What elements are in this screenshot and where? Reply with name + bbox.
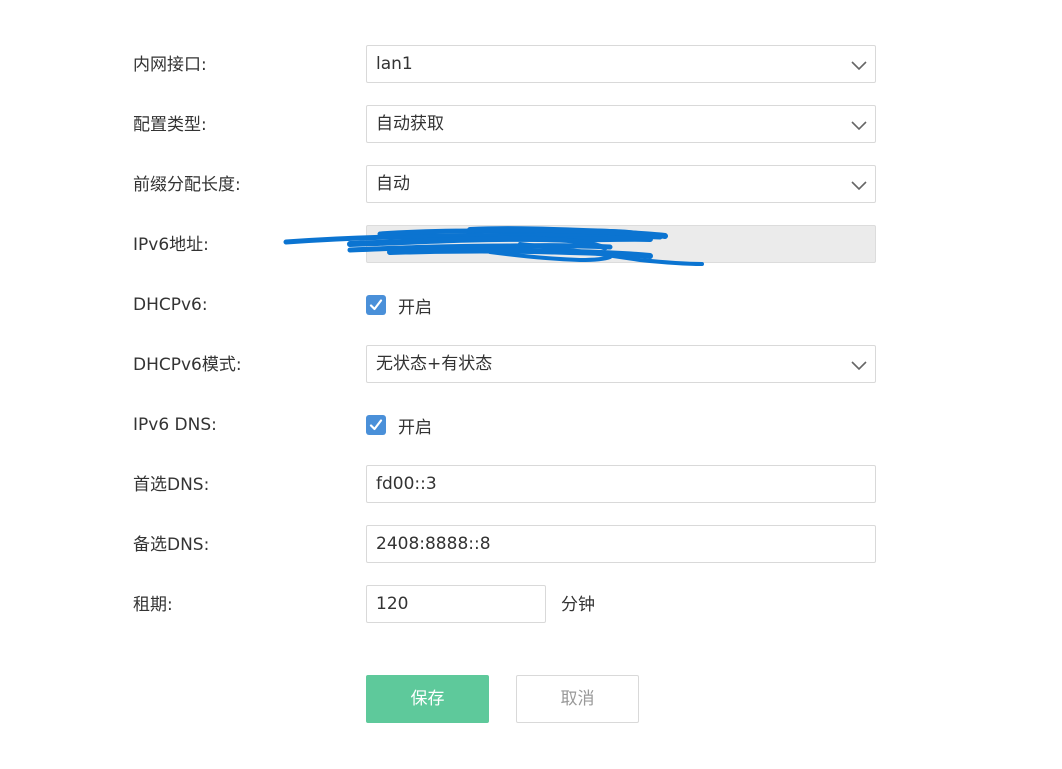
ipv6-dns-toggle[interactable]: 开启	[366, 405, 432, 445]
ipv6-address-field	[366, 225, 876, 263]
ipv6-dns-checkbox-label: 开启	[398, 417, 432, 438]
row-dhcpv6: DHCPv6: 开启	[0, 285, 1062, 325]
ipv6-address-label: IPv6地址:	[133, 235, 209, 255]
row-config-type: 配置类型: 自动获取	[0, 105, 1062, 145]
row-ipv6-address: IPv6地址:	[0, 225, 1062, 265]
ipv6-dns-checkbox[interactable]	[366, 415, 386, 435]
dhcpv6-checkbox-label: 开启	[398, 297, 432, 318]
primary-dns-input[interactable]: fd00::3	[366, 465, 876, 503]
config-type-select[interactable]: 自动获取	[366, 105, 876, 143]
checkmark-icon	[369, 299, 383, 311]
chevron-down-icon	[851, 121, 867, 131]
chevron-down-icon	[851, 361, 867, 371]
secondary-dns-input[interactable]: 2408:8888::8	[366, 525, 876, 563]
dhcpv6-toggle[interactable]: 开启	[366, 285, 432, 325]
chevron-down-icon	[851, 61, 867, 71]
row-prefix-length: 前缀分配长度: 自动	[0, 165, 1062, 205]
row-ipv6-dns: IPv6 DNS: 开启	[0, 405, 1062, 445]
lan-interface-label: 内网接口:	[133, 55, 207, 75]
config-type-label: 配置类型:	[133, 115, 207, 135]
dhcpv6-mode-label: DHCPv6模式:	[133, 355, 242, 375]
row-dhcpv6-mode: DHCPv6模式: 无状态+有状态	[0, 345, 1062, 385]
checkmark-icon	[369, 419, 383, 431]
lan-interface-select[interactable]: lan1	[366, 45, 876, 83]
row-secondary-dns: 备选DNS: 2408:8888::8	[0, 525, 1062, 565]
lease-unit: 分钟	[561, 595, 595, 615]
prefix-length-label: 前缀分配长度:	[133, 175, 241, 195]
row-primary-dns: 首选DNS: fd00::3	[0, 465, 1062, 505]
lease-label: 租期:	[133, 595, 173, 615]
row-lan-interface: 内网接口: lan1	[0, 45, 1062, 85]
chevron-down-icon	[851, 181, 867, 191]
ipv6-lan-settings-form: 内网接口: lan1 配置类型: 自动获取 前缀分配长度: 自动 IPv6地址:	[0, 0, 1062, 769]
row-lease: 租期: 120 分钟	[0, 585, 1062, 625]
prefix-length-select[interactable]: 自动	[366, 165, 876, 203]
save-button[interactable]: 保存	[366, 675, 489, 723]
secondary-dns-label: 备选DNS:	[133, 535, 210, 555]
prefix-length-value: 自动	[376, 174, 410, 194]
primary-dns-label: 首选DNS:	[133, 475, 210, 495]
dhcpv6-checkbox[interactable]	[366, 295, 386, 315]
dhcpv6-mode-select[interactable]: 无状态+有状态	[366, 345, 876, 383]
config-type-value: 自动获取	[376, 114, 444, 134]
dhcpv6-label: DHCPv6:	[133, 295, 208, 315]
ipv6-dns-label: IPv6 DNS:	[133, 415, 217, 435]
lan-interface-value: lan1	[376, 54, 413, 74]
dhcpv6-mode-value: 无状态+有状态	[376, 354, 493, 374]
lease-input[interactable]: 120	[366, 585, 546, 623]
cancel-button[interactable]: 取消	[516, 675, 639, 723]
